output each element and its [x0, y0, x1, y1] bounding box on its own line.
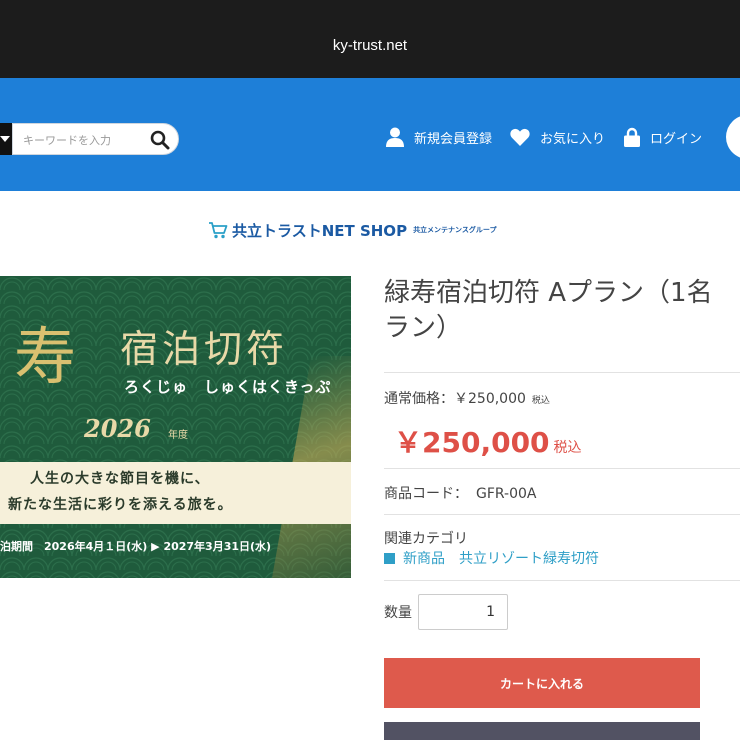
logo-text: 共立トラストNET SHOP [232, 221, 408, 240]
quantity-label: 数量 [384, 605, 412, 621]
logo-subtext: 共立メンテナンスグループ [413, 226, 497, 234]
page-url[interactable]: ky-trust.net [0, 37, 740, 54]
product-title: 緑寿宿泊切符 Aプラン（1名 ラン） [384, 276, 740, 346]
sale-price: ￥250,000 税込 [394, 421, 582, 461]
banner-reading: ろくじゅ しゅくはくきっぷ [124, 378, 332, 396]
site-header: 新規会員登録 お気に入り ログイン [0, 78, 740, 191]
cart-logo-icon [209, 222, 228, 239]
search-box [12, 123, 179, 155]
product-banner-image: 寿 宿泊切符 ろくじゅ しゅくはくきっぷ 2026 年度 人生の大きな節目を機に… [0, 276, 351, 578]
divider [384, 468, 740, 469]
banner-year: 2026 [84, 414, 151, 443]
favorites-link[interactable]: お気に入り [510, 125, 605, 149]
banner-stay-period: 泊期間 2026年4月１日(水) ▶ 2027年3月31日(水) [0, 540, 272, 553]
sale-price-tax: 税込 [553, 440, 582, 456]
search-icon[interactable] [150, 130, 170, 150]
browser-address-bar: ky-trust.net [0, 0, 740, 78]
regular-price: 通常価格：￥250,000 税込 [384, 388, 550, 408]
product-code-value: GFR-00A [476, 486, 537, 502]
product-code-label: 商品コード： [384, 486, 468, 502]
banner-title: 宿泊切符 [120, 327, 289, 371]
divider [384, 372, 740, 373]
divider [384, 580, 740, 581]
category-square-icon [384, 552, 395, 564]
category-dropdown-toggle[interactable] [0, 123, 12, 155]
banner-year-suffix: 年度 [168, 430, 188, 441]
regular-price-text: 通常価格：￥250,000 [384, 391, 526, 407]
quantity-input[interactable] [418, 594, 508, 630]
register-link[interactable]: 新規会員登録 [386, 125, 492, 149]
add-to-favorites-button[interactable] [384, 722, 700, 740]
favorites-label: お気に入り [540, 131, 606, 147]
category-link-new[interactable]: 新商品 [403, 548, 445, 568]
login-link[interactable]: ログイン [624, 125, 702, 149]
sale-price-value: ￥250,000 [394, 426, 550, 459]
login-label: ログイン [650, 131, 703, 147]
shop-logo[interactable]: 共立トラストNET SHOP 共立メンテナンスグループ [208, 218, 497, 242]
banner-copy-line2: 新たな生活に彩りを添える旅を。 [8, 497, 233, 513]
lock-icon [624, 127, 640, 147]
register-label: 新規会員登録 [414, 131, 493, 147]
search-input[interactable] [23, 130, 143, 150]
add-to-cart-button[interactable]: カートに入れる [384, 658, 700, 708]
banner-kotobuki: 寿 [14, 320, 77, 393]
related-category-label: 関連カテゴリ [384, 531, 468, 547]
heart-icon [510, 128, 530, 146]
product-code: 商品コード： GFR-00A [384, 483, 537, 503]
cart-button[interactable] [726, 115, 740, 159]
banner-copy-line1: 人生の大きな節目を機に、 [30, 471, 210, 487]
user-icon [386, 127, 404, 147]
related-category-list: 新商品 共立リゾート緑寿切符 [384, 548, 613, 568]
category-link-resort[interactable]: 共立リゾート緑寿切符 [459, 548, 599, 568]
product-title-line2: ラン） [384, 313, 463, 343]
product-title-line1: 緑寿宿泊切符 Aプラン（1名 [384, 278, 713, 308]
regular-price-tax: 税込 [531, 396, 550, 406]
divider [384, 514, 740, 515]
